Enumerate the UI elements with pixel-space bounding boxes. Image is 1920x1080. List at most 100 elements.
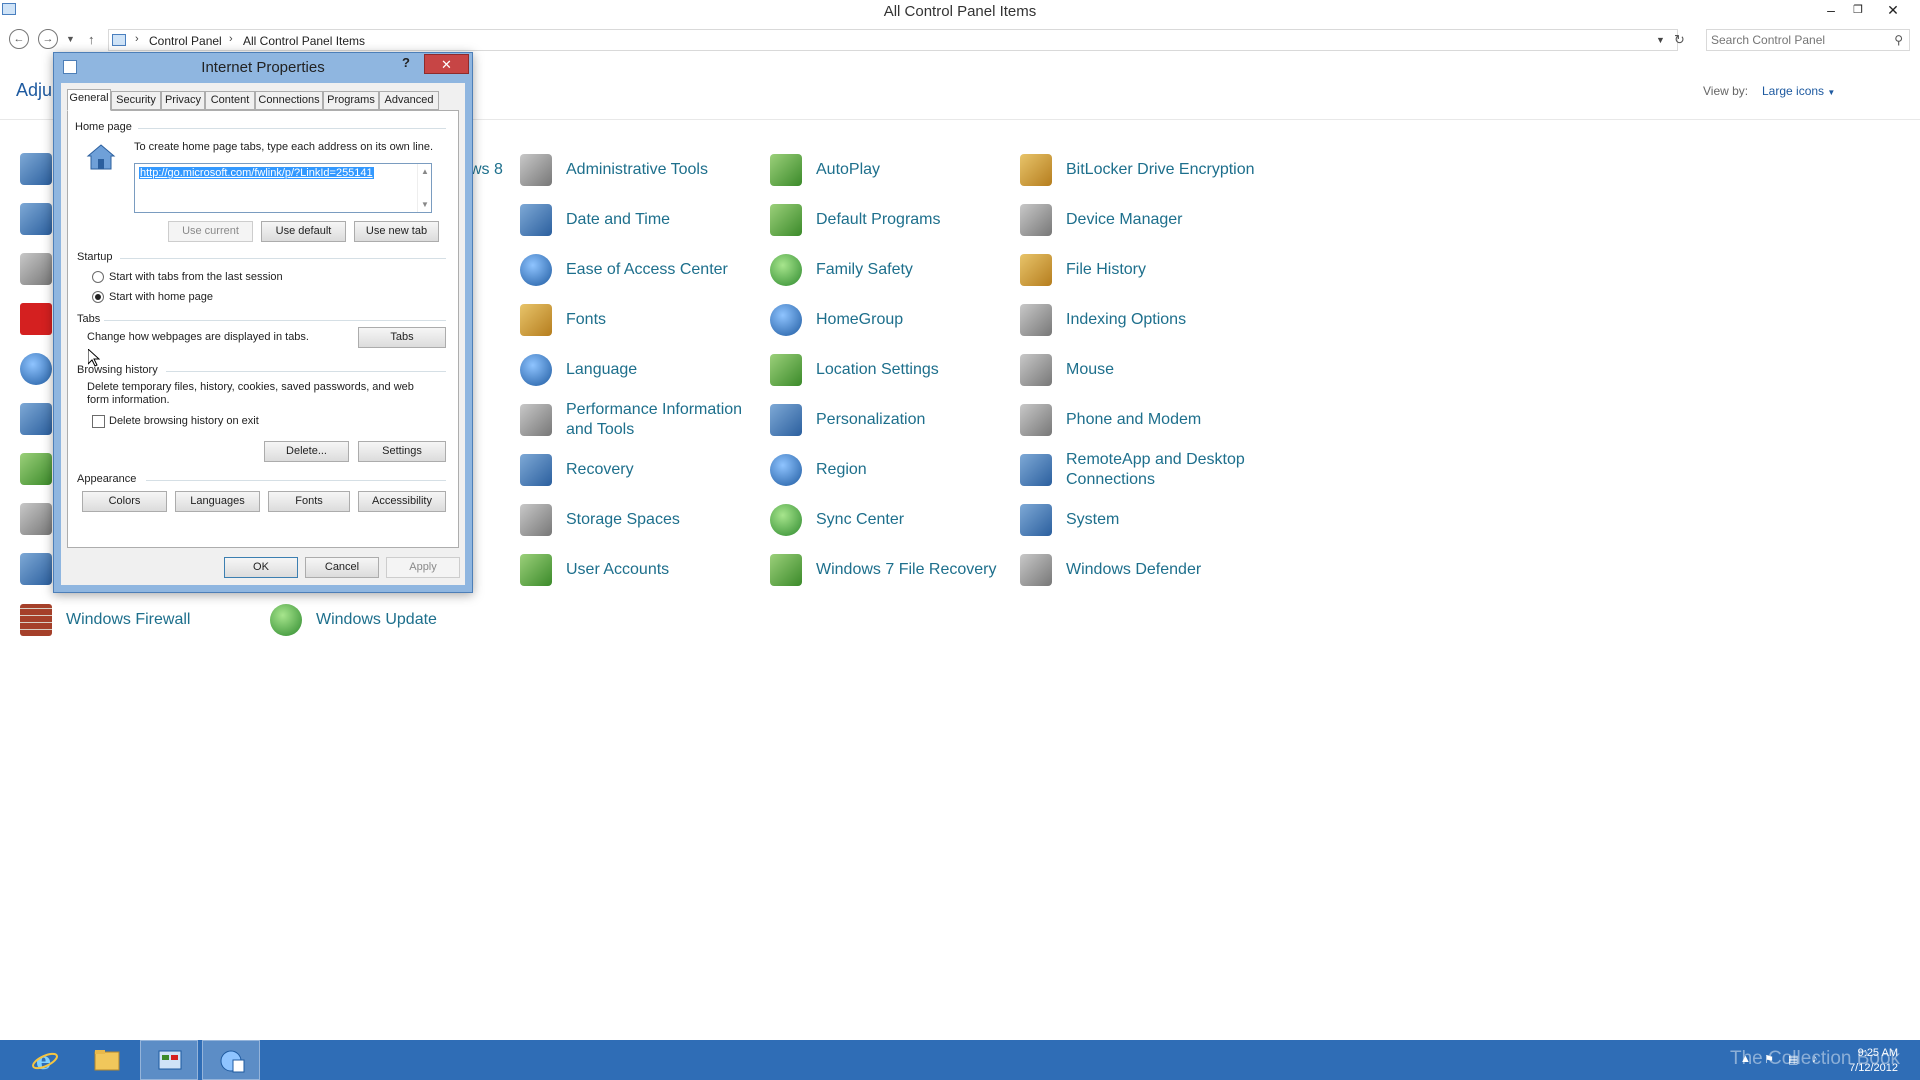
cp-item-label[interactable]: User Accounts — [566, 560, 669, 580]
cp-item-label[interactable]: Sync Center — [816, 510, 904, 530]
cancel-button[interactable]: Cancel — [305, 557, 379, 578]
devices-printers-icon[interactable] — [20, 253, 52, 285]
taskbar-file-explorer[interactable] — [78, 1040, 136, 1080]
search-icon[interactable]: ⚲ — [1894, 33, 1903, 47]
view-by-value[interactable]: Large icons — [1762, 84, 1824, 98]
power-options-icon[interactable] — [20, 453, 52, 485]
cp-item-recovery[interactable]: Recovery — [520, 449, 634, 491]
cp-item-label[interactable]: Performance Information and Tools — [566, 400, 742, 440]
close-window-button[interactable]: ✕ — [1880, 0, 1906, 22]
cp-item-ease-of-access[interactable]: Ease of Access Center — [520, 249, 728, 291]
forward-button[interactable]: → — [38, 29, 58, 49]
tab-general[interactable]: General — [67, 89, 111, 111]
cp-item-label[interactable]: Device Manager — [1066, 210, 1183, 230]
cp-item-personalization[interactable]: Personalization — [770, 399, 925, 441]
cp-item-system[interactable]: System — [1020, 499, 1119, 541]
cp-item-remoteapp[interactable]: RemoteApp and Desktop Connections — [1020, 449, 1245, 491]
view-by-dropdown[interactable]: Large icons ▼ — [1762, 84, 1835, 98]
cp-item-device-manager[interactable]: Device Manager — [1020, 199, 1183, 241]
startup-home-page-label[interactable]: Start with home page — [109, 291, 213, 304]
refresh-button[interactable]: ↻ — [1674, 32, 1685, 48]
cp-item-label[interactable]: Family Safety — [816, 260, 913, 280]
startup-last-session-label[interactable]: Start with tabs from the last session — [109, 271, 283, 284]
cp-item-label-line[interactable]: and Tools — [566, 421, 634, 438]
recent-locations-dropdown[interactable]: ▼ — [66, 34, 75, 44]
tab-programs[interactable]: Programs — [323, 91, 379, 110]
ok-button[interactable]: OK — [224, 557, 298, 578]
cp-item-autoplay[interactable]: AutoPlay — [770, 149, 880, 191]
cp-item-bitlocker[interactable]: BitLocker Drive Encryption — [1020, 149, 1255, 191]
clock[interactable]: 9:25 AM 7/12/2012 — [1838, 1046, 1898, 1076]
windows-8-item[interactable]: ws 8 — [470, 149, 503, 191]
home-page-url[interactable]: http://go.microsoft.com/fwlink/p/?LinkId… — [139, 167, 374, 179]
cp-item-administrative-tools[interactable]: Administrative Tools — [520, 149, 708, 191]
cp-item-label[interactable]: BitLocker Drive Encryption — [1066, 160, 1255, 180]
cp-item-label[interactable]: Date and Time — [566, 210, 670, 230]
cp-item-label[interactable]: AutoPlay — [816, 160, 880, 180]
cp-item-date-time[interactable]: Date and Time — [520, 199, 670, 241]
cp-item-label[interactable]: Windows Update — [316, 610, 437, 630]
cp-item-label[interactable]: Windows Defender — [1066, 560, 1201, 580]
cp-item-label[interactable]: Phone and Modem — [1066, 410, 1201, 430]
cp-item-label[interactable]: Default Programs — [816, 210, 941, 230]
cp-item-label[interactable]: Recovery — [566, 460, 634, 480]
delete-button[interactable]: Delete... — [264, 441, 349, 462]
cp-item-label-line[interactable]: Performance Information — [566, 401, 742, 418]
home-page-url-field[interactable]: http://go.microsoft.com/fwlink/p/?LinkId… — [134, 163, 432, 213]
cp-item-label[interactable]: Indexing Options — [1066, 310, 1186, 330]
address-bar[interactable]: › Control Panel › All Control Panel Item… — [108, 29, 1678, 51]
scroll-up-icon[interactable]: ▲ — [421, 167, 429, 176]
cp-item-label[interactable]: Windows Firewall — [66, 610, 190, 630]
breadcrumb-all-items[interactable]: All Control Panel Items — [243, 34, 365, 48]
flash-player-icon[interactable] — [20, 303, 52, 335]
use-current-button[interactable]: Use current — [168, 221, 253, 242]
cp-item-label[interactable]: System — [1066, 510, 1119, 530]
back-button[interactable]: ← — [9, 29, 29, 49]
cp-item-mouse[interactable]: Mouse — [1020, 349, 1114, 391]
languages-button[interactable]: Languages — [175, 491, 260, 512]
cp-item-label[interactable]: Region — [816, 460, 867, 480]
search-input[interactable] — [1711, 32, 1883, 48]
apply-button[interactable]: Apply — [386, 557, 460, 578]
cp-item-region[interactable]: Region — [770, 449, 867, 491]
cp-item-label[interactable]: Mouse — [1066, 360, 1114, 380]
taskbar-internet-explorer[interactable]: e — [16, 1040, 74, 1080]
settings-button[interactable]: Settings — [358, 441, 446, 462]
cp-item-label-line[interactable]: RemoteApp and Desktop — [1066, 451, 1245, 468]
internet-options-icon[interactable] — [20, 353, 52, 385]
cp-item-homegroup[interactable]: HomeGroup — [770, 299, 903, 341]
use-default-button[interactable]: Use default — [261, 221, 346, 242]
network-icon[interactable]: ▤ — [1788, 1053, 1798, 1066]
display-icon[interactable] — [20, 203, 52, 235]
action-center-icon[interactable] — [20, 153, 52, 185]
cp-item-storage-spaces[interactable]: Storage Spaces — [520, 499, 680, 541]
cp-item-label[interactable]: Windows 7 File Recovery — [816, 560, 997, 580]
scrollbar[interactable]: ▲ ▼ — [417, 164, 431, 212]
cp-item-windows-defender[interactable]: Windows Defender — [1020, 549, 1201, 591]
scroll-down-icon[interactable]: ▼ — [421, 200, 429, 209]
use-new-tab-button[interactable]: Use new tab — [354, 221, 439, 242]
colors-button[interactable]: Colors — [82, 491, 167, 512]
cp-item-label[interactable]: File History — [1066, 260, 1146, 280]
help-button[interactable]: ? — [402, 55, 410, 70]
cp-item-phone-modem[interactable]: Phone and Modem — [1020, 399, 1201, 441]
tab-content[interactable]: Content — [205, 91, 255, 110]
breadcrumb-separator[interactable]: › — [135, 33, 139, 45]
cp-item-windows-update[interactable]: Windows Update — [270, 599, 437, 641]
cp-item-label[interactable]: Storage Spaces — [566, 510, 680, 530]
tab-advanced[interactable]: Advanced — [379, 91, 439, 110]
cp-item-location-settings[interactable]: Location Settings — [770, 349, 939, 391]
cp-item-label[interactable]: Location Settings — [816, 360, 939, 380]
minimize-button[interactable]: – — [1818, 0, 1844, 22]
delete-history-on-exit-label[interactable]: Delete browsing history on exit — [109, 415, 259, 428]
action-center-flag-icon[interactable]: ⚑ — [1764, 1053, 1774, 1066]
cp-item-label[interactable]: Ease of Access Center — [566, 260, 728, 280]
cp-item-indexing-options[interactable]: Indexing Options — [1020, 299, 1186, 341]
taskbar-icon[interactable] — [20, 553, 52, 585]
show-hidden-icons-icon[interactable]: ▲ — [1740, 1053, 1751, 1065]
network-sharing-icon[interactable] — [20, 403, 52, 435]
up-button[interactable]: ↑ — [88, 32, 95, 47]
cp-item-performance[interactable]: Performance Information and Tools — [520, 399, 742, 441]
breadcrumb-separator[interactable]: › — [229, 33, 233, 45]
cp-item-file-history[interactable]: File History — [1020, 249, 1146, 291]
